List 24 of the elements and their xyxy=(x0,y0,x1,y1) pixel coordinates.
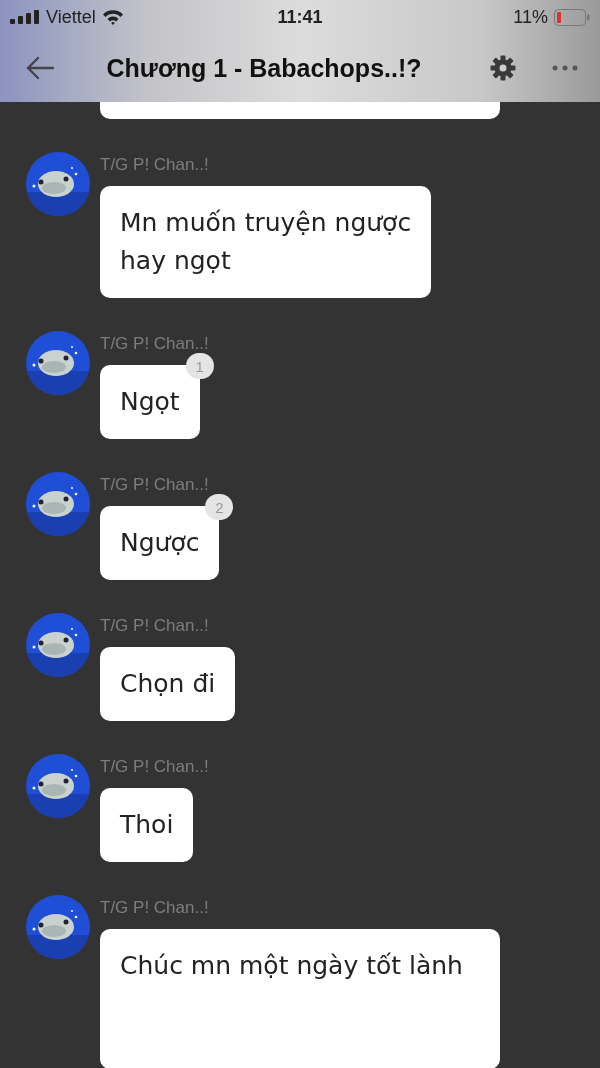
battery-percentage: 11% xyxy=(513,6,548,28)
settings-icon[interactable] xyxy=(490,55,516,81)
message-text: Chọn đi xyxy=(120,668,216,700)
signal-icon xyxy=(10,10,40,24)
battery-icon xyxy=(554,8,590,26)
author-name: T/G P! Chan..! xyxy=(100,756,209,778)
more-icon[interactable] xyxy=(552,65,578,71)
author-name: T/G P! Chan..! xyxy=(100,154,209,176)
message-text: Ngược xyxy=(120,527,200,559)
back-arrow-icon[interactable] xyxy=(26,56,54,80)
message-text: Ngọt xyxy=(120,386,180,418)
chapter-title: Chương 1 - Babachops..!? xyxy=(105,53,423,83)
author-name: T/G P! Chan..! xyxy=(100,615,209,637)
author-name: T/G P! Chan..! xyxy=(100,333,209,355)
author-name: T/G P! Chan..! xyxy=(100,897,209,919)
status-time: 11:41 xyxy=(277,6,323,28)
wifi-icon xyxy=(101,9,124,25)
message-text: Thoi xyxy=(120,809,174,841)
author-name: T/G P! Chan..! xyxy=(100,474,209,496)
message-text: Mn muốn truyện ngược hay ngọt xyxy=(120,207,412,277)
message-text: Chúc mn một ngày tốt lành xyxy=(120,950,464,982)
reaction-count: 1 xyxy=(185,353,214,379)
reaction-count: 2 xyxy=(205,494,234,520)
carrier-name: Viettel xyxy=(46,6,96,28)
